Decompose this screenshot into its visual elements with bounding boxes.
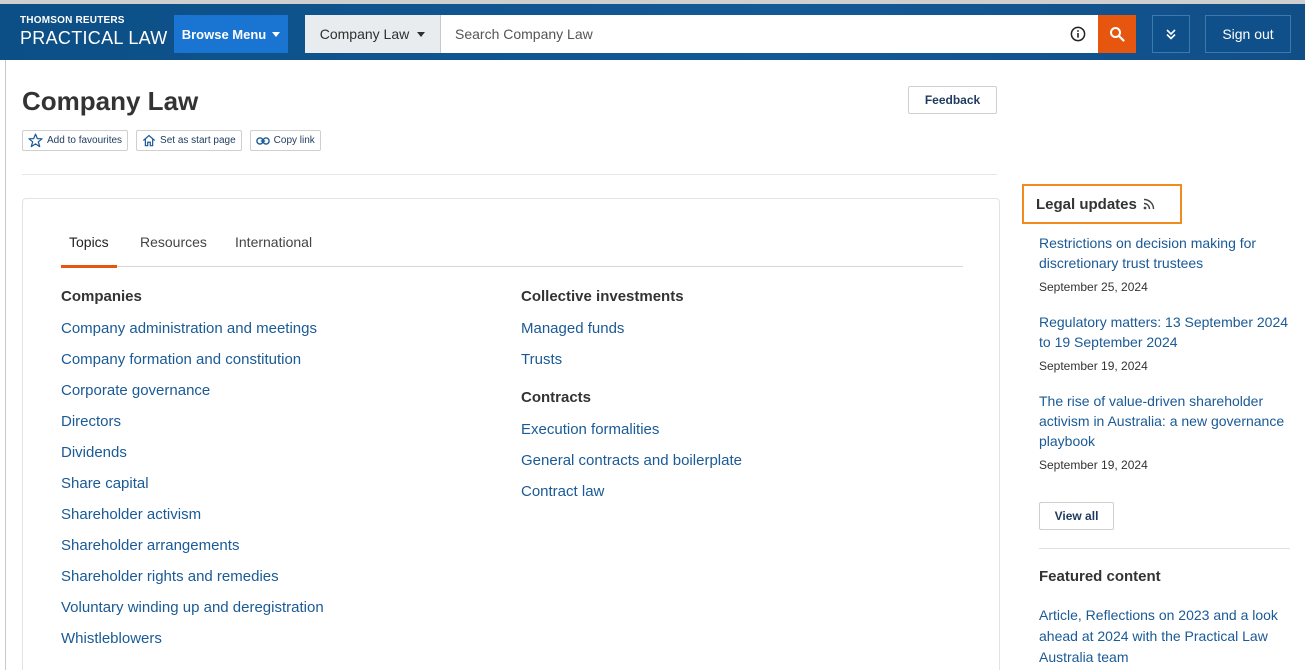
page-title: Company Law — [22, 86, 199, 116]
search-input[interactable] — [441, 15, 1051, 53]
set-as-start-page-label: Set as start page — [160, 135, 236, 146]
info-icon[interactable] — [1070, 26, 1086, 42]
legal-update-link[interactable]: The rise of value-driven shareholder act… — [1039, 391, 1297, 451]
page-actions: Add to favourites Set as start page Copy… — [22, 130, 321, 151]
list-item: Regulatory matters: 13 September 2024 to… — [1039, 312, 1297, 373]
topic-link[interactable]: Trusts — [521, 344, 742, 375]
top-navigation-bar: THOMSON REUTERS PRACTICAL LAW Browse Men… — [0, 0, 1305, 60]
list-item: The rise of value-driven shareholder act… — [1039, 391, 1297, 472]
feedback-button[interactable]: Feedback — [908, 86, 997, 114]
tab-international[interactable]: International — [227, 233, 320, 267]
topic-link[interactable]: Voluntary winding up and deregistration — [61, 592, 324, 623]
topic-link[interactable]: Directors — [61, 406, 324, 437]
header-divider — [22, 174, 997, 175]
set-as-start-page-button[interactable]: Set as start page — [136, 130, 242, 151]
link-icon — [255, 136, 270, 145]
add-to-favourites-button[interactable]: Add to favourites — [22, 130, 129, 151]
practice-area-select[interactable]: Company Law — [305, 15, 441, 53]
search-box — [441, 15, 1098, 53]
sign-out-button[interactable]: Sign out — [1205, 15, 1291, 53]
browse-menu-label: Browse Menu — [181, 26, 267, 42]
legal-updates-list: Restrictions on decision making for disc… — [1039, 233, 1297, 490]
brand-top-text: THOMSON REUTERS — [20, 15, 125, 26]
topics-card: Topics Resources International Companies… — [22, 198, 1000, 670]
topics-right-column: Collective investments Managed funds Tru… — [521, 287, 742, 507]
page-left-border — [5, 60, 6, 670]
topic-group-heading: Collective investments — [521, 288, 684, 305]
legal-updates-heading[interactable]: Legal updates — [1022, 184, 1182, 224]
topic-group-collective-investments: Collective investments Managed funds Tru… — [521, 287, 742, 375]
list-item: Restrictions on decision making for disc… — [1039, 233, 1297, 294]
legal-update-link[interactable]: Restrictions on decision making for disc… — [1039, 233, 1297, 273]
practice-area-label: Company Law — [319, 26, 410, 42]
topic-group-heading: Companies — [61, 288, 142, 305]
sidebar-divider — [1039, 548, 1290, 549]
topic-link[interactable]: Company formation and constitution — [61, 344, 324, 375]
topic-group-heading: Contracts — [521, 389, 592, 406]
search-button[interactable] — [1098, 15, 1136, 53]
home-icon — [143, 134, 156, 147]
star-icon — [28, 133, 43, 148]
tab-topics[interactable]: Topics — [61, 233, 117, 268]
topics-left-column: Companies Company administration and mee… — [61, 287, 324, 654]
content-tabs: Topics Resources International — [61, 233, 963, 268]
legal-update-date: September 25, 2024 — [1039, 280, 1148, 294]
featured-content-link[interactable]: Article, Reflections on 2023 and a look … — [1039, 605, 1294, 668]
topic-link[interactable]: Contract law — [521, 476, 742, 507]
caret-down-icon — [272, 31, 281, 37]
legal-update-link[interactable]: Regulatory matters: 13 September 2024 to… — [1039, 312, 1297, 352]
topic-link[interactable]: Share capital — [61, 468, 324, 499]
legal-update-date: September 19, 2024 — [1039, 458, 1148, 472]
topic-link[interactable]: Shareholder activism — [61, 499, 324, 530]
add-to-favourites-label: Add to favourites — [47, 135, 123, 146]
featured-content-title: Featured content — [1039, 568, 1161, 585]
caret-down-icon — [417, 31, 426, 37]
view-all-button[interactable]: View all — [1039, 502, 1114, 530]
brand-main-text: PRACTICAL LAW — [20, 28, 168, 48]
practical-law-logo[interactable]: THOMSON REUTERS PRACTICAL LAW — [20, 15, 168, 48]
legal-updates-title: Legal updates — [1036, 195, 1137, 213]
rss-icon — [1143, 198, 1155, 210]
legal-update-date: September 19, 2024 — [1039, 359, 1148, 373]
copy-link-label: Copy link — [273, 135, 315, 146]
topic-link[interactable]: Execution formalities — [521, 414, 742, 445]
topic-link[interactable]: Shareholder arrangements — [61, 530, 324, 561]
browse-menu-button[interactable]: Browse Menu — [174, 15, 288, 53]
topic-group-companies: Companies Company administration and mee… — [61, 287, 324, 654]
topic-link[interactable]: Managed funds — [521, 313, 742, 344]
topic-link[interactable]: General contracts and boilerplate — [521, 445, 742, 476]
copy-link-button[interactable]: Copy link — [249, 130, 321, 151]
topic-link[interactable]: Dividends — [61, 437, 324, 468]
topic-link[interactable]: Corporate governance — [61, 375, 324, 406]
search-icon — [1110, 27, 1125, 42]
tab-resources[interactable]: Resources — [132, 233, 215, 267]
topic-link[interactable]: Company administration and meetings — [61, 313, 324, 344]
topic-link[interactable]: Shareholder rights and remedies — [61, 561, 324, 592]
expand-header-button[interactable] — [1152, 15, 1190, 53]
double-chevron-down-icon — [1166, 29, 1176, 40]
topic-link[interactable]: Whistleblowers — [61, 623, 324, 654]
topic-group-contracts: Contracts Execution formalities General … — [521, 388, 742, 507]
